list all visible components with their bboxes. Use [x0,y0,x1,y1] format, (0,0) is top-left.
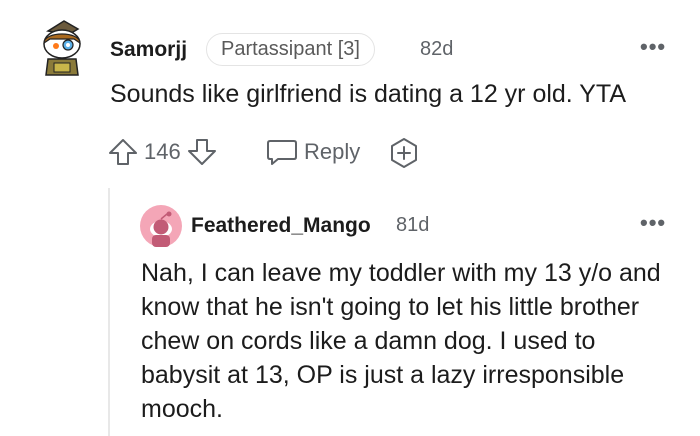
upvote-icon[interactable] [108,137,138,167]
avatar[interactable] [140,205,182,247]
reply-button[interactable]: Reply [266,137,360,167]
award-button[interactable] [388,137,420,169]
more-options-icon[interactable]: ••• [640,212,666,234]
reply-icon [266,137,298,167]
vote-count: 146 [144,139,181,164]
comment-body: Sounds like girlfriend is dating a 12 yr… [110,80,627,108]
more-options-icon[interactable]: ••• [640,36,666,58]
comment-age: 81d [396,214,430,236]
vote-bar: 146 [108,137,217,167]
avatar[interactable] [38,17,86,79]
user-flair: Partassipant [3] [206,33,375,66]
downvote-icon[interactable] [187,137,217,167]
reply-label: Reply [304,139,361,164]
comment-age: 82d [420,38,454,60]
comment-body: Nah, I can leave my toddler with my 13 y… [141,259,661,423]
thread-line[interactable] [108,188,110,436]
comment-author[interactable]: Feathered_Mango [191,214,371,238]
award-icon [388,137,420,169]
comment-author[interactable]: Samorjj [110,38,187,62]
